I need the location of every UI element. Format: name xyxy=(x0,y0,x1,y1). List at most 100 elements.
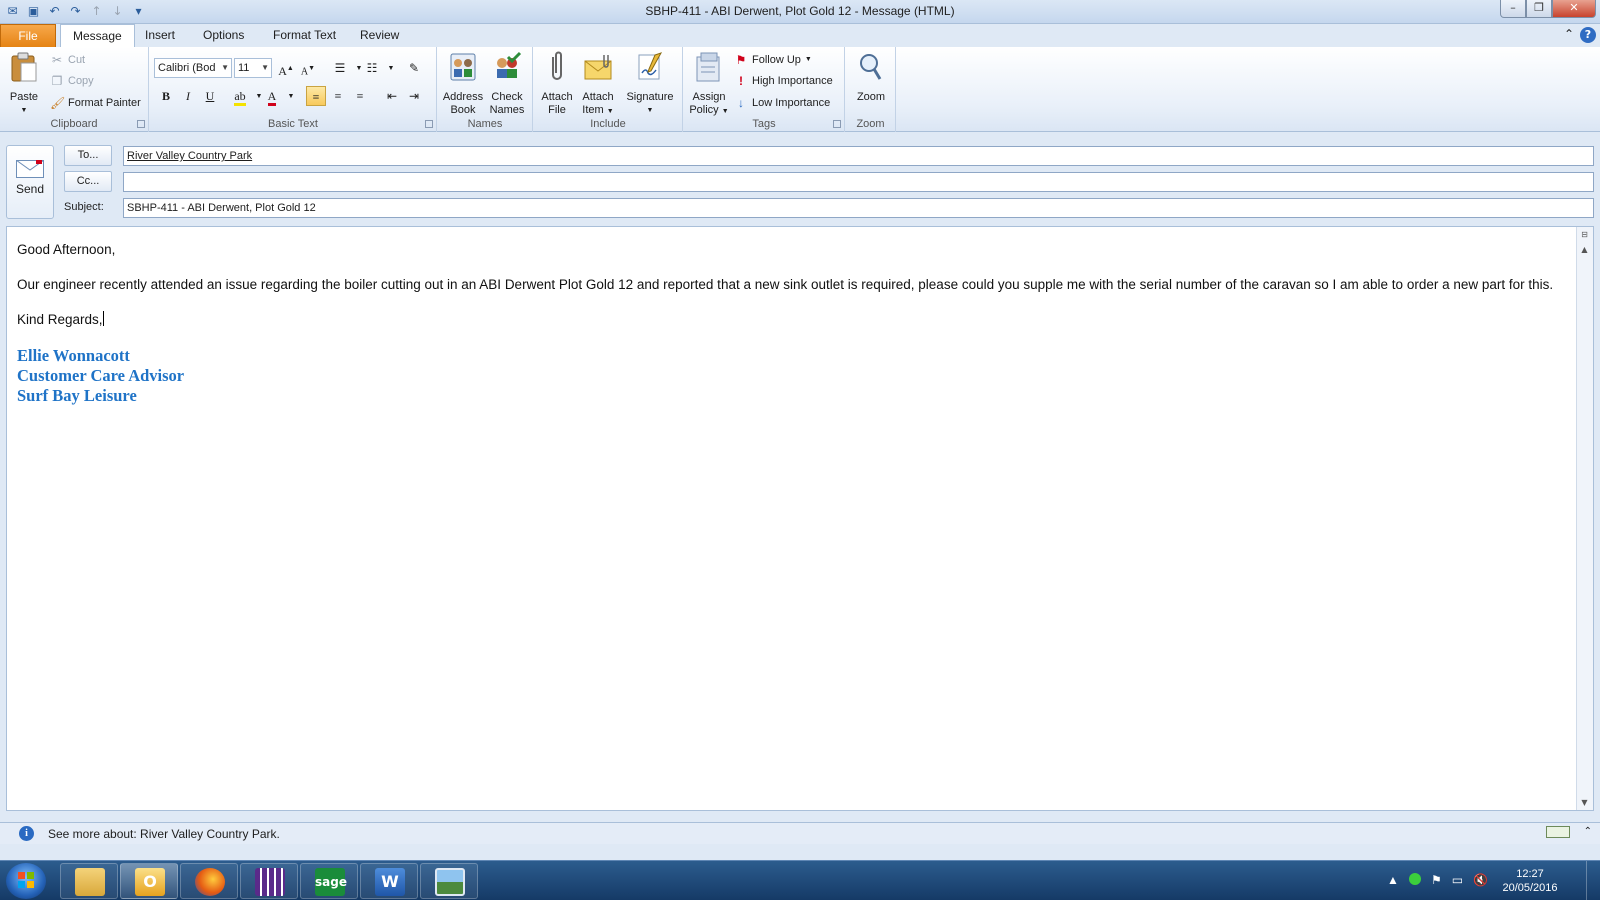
grid-app-icon xyxy=(255,868,285,896)
group-zoom: Zoom Zoom xyxy=(846,47,896,132)
maximize-button[interactable]: ❐ xyxy=(1526,0,1552,18)
outlook-icon: O xyxy=(135,868,165,896)
volume-muted-icon[interactable]: 🔇 xyxy=(1473,873,1488,887)
follow-up-button[interactable]: ⚑ Follow Up ▼ xyxy=(734,50,812,70)
signature-button[interactable]: Signature ▼ xyxy=(622,51,678,117)
paste-button[interactable]: Paste ▼ xyxy=(6,51,42,117)
show-hidden-icons-icon[interactable]: ▲ xyxy=(1387,873,1399,887)
tags-dialog-launcher[interactable] xyxy=(833,120,841,128)
taskbar-outlook[interactable]: O xyxy=(120,863,178,899)
high-importance-button[interactable]: ! High Importance xyxy=(734,71,833,91)
taskbar-explorer[interactable] xyxy=(60,863,118,899)
minimize-button[interactable]: – xyxy=(1500,0,1526,18)
highlight-icon[interactable]: ab xyxy=(230,86,250,106)
recipient-chip[interactable]: River Valley Country Park xyxy=(127,150,252,162)
clock-date: 20/05/2016 xyxy=(1502,882,1558,894)
copy-button[interactable]: ❐ Copy xyxy=(50,71,94,91)
align-left-icon[interactable]: ≡ xyxy=(306,86,326,106)
attach-file-button[interactable]: Attach File xyxy=(538,51,576,117)
address-book-button[interactable]: Address Book xyxy=(442,51,484,117)
increase-indent-icon[interactable]: ⇥ xyxy=(404,86,424,106)
message-body-text[interactable]: Good Afternoon, Our engineer recently at… xyxy=(17,241,1563,406)
message-body-editor[interactable]: Good Afternoon, Our engineer recently at… xyxy=(6,226,1594,811)
chevron-down-icon: ▼ xyxy=(804,56,812,63)
assign-policy-button[interactable]: Assign Policy ▼ xyxy=(686,51,732,118)
group-tags: Assign Policy ▼ ⚑ Follow Up ▼ ! High Imp… xyxy=(684,47,845,132)
people-pane-thumbnail-icon[interactable] xyxy=(1545,826,1570,838)
format-painter-button[interactable]: 🖌 Format Painter xyxy=(50,93,141,113)
action-center-flag-icon[interactable]: ⚑ xyxy=(1431,873,1442,887)
cut-button[interactable]: ✂ Cut xyxy=(50,50,85,70)
signature-block: Ellie Wonnacott Customer Care Advisor Su… xyxy=(17,346,1563,406)
send-envelope-icon xyxy=(16,160,44,178)
cc-field[interactable] xyxy=(123,172,1594,192)
system-clock[interactable]: 12:27 20/05/2016 xyxy=(1500,867,1560,895)
paintbrush-icon: 🖌 xyxy=(50,96,66,110)
start-button[interactable] xyxy=(6,863,46,899)
signature-role: Customer Care Advisor xyxy=(17,366,185,385)
scroll-up-icon[interactable]: ▲ xyxy=(1577,242,1592,257)
bullets-icon[interactable]: ☰ xyxy=(330,58,350,78)
bold-button[interactable]: B xyxy=(156,86,176,106)
close-button[interactable]: ✕ xyxy=(1552,0,1596,18)
minimize-ribbon-icon[interactable]: ⌃ xyxy=(1564,27,1574,43)
to-field[interactable]: River Valley Country Park xyxy=(123,146,1594,166)
ruler-toggle-icon[interactable]: ⊟ xyxy=(1577,227,1592,242)
align-right-icon[interactable]: ≡ xyxy=(350,86,370,106)
people-pane-bar[interactable]: i See more about: River Valley Country P… xyxy=(0,822,1600,844)
shrink-font-icon[interactable]: A▼ xyxy=(298,58,318,78)
attach-item-button[interactable]: Attach Item ▼ xyxy=(578,51,618,118)
low-importance-button[interactable]: ↓ Low Importance xyxy=(734,93,830,113)
taskbar-word[interactable]: W xyxy=(360,863,418,899)
clear-formatting-icon[interactable]: ✎ xyxy=(404,58,424,78)
basic-text-dialog-launcher[interactable] xyxy=(425,120,433,128)
chevron-down-icon: ▼ xyxy=(721,108,729,115)
people-pane-text: See more about: River Valley Country Par… xyxy=(48,827,280,841)
title-bar: ✉ ▣ ↶ ↷ ↑ ↓ ▾ SBHP-411 - ABI Derwent, Pl… xyxy=(0,0,1600,24)
window-title: SBHP-411 - ABI Derwent, Plot Gold 12 - M… xyxy=(645,4,955,18)
tab-file[interactable]: File xyxy=(0,24,56,47)
to-button[interactable]: To... xyxy=(64,145,112,166)
taskbar-sage[interactable]: sage xyxy=(300,863,358,899)
clipboard-dialog-launcher[interactable] xyxy=(137,120,145,128)
clock-time: 12:27 xyxy=(1516,868,1544,880)
status-green-icon[interactable] xyxy=(1408,873,1421,885)
taskbar-app-grid[interactable] xyxy=(240,863,298,899)
taskbar: O sage W ▲ ⚑ ▭ 🔇 12:27 20/05/2016 xyxy=(0,860,1600,900)
font-name-combobox[interactable]: Calibri (Bod ▼ xyxy=(154,58,232,78)
closing-line: Kind Regards, xyxy=(17,311,104,327)
italic-button[interactable]: I xyxy=(178,86,198,106)
grow-font-icon[interactable]: A▲ xyxy=(276,58,296,78)
address-book-icon xyxy=(450,53,476,81)
tab-message[interactable]: Message xyxy=(60,24,135,47)
tab-options[interactable]: Options xyxy=(191,24,256,47)
decrease-indent-icon[interactable]: ⇤ xyxy=(382,86,402,106)
picture-viewer-icon xyxy=(435,868,465,896)
font-color-icon[interactable]: A xyxy=(262,86,282,106)
vertical-scrollbar[interactable]: ⊟ ▲ ▼ xyxy=(1576,227,1593,810)
expand-pane-icon[interactable]: ⌃ xyxy=(1584,826,1592,838)
font-size-combobox[interactable]: 11 ▼ xyxy=(234,58,272,78)
help-icon[interactable]: ? xyxy=(1580,27,1596,43)
tab-format-text[interactable]: Format Text xyxy=(261,24,348,47)
paste-dropdown-icon[interactable]: ▼ xyxy=(6,104,42,117)
send-button[interactable]: Send xyxy=(6,145,54,219)
taskbar-picture-viewer[interactable] xyxy=(420,863,478,899)
show-desktop-button[interactable] xyxy=(1586,861,1600,900)
font-color-dropdown-icon[interactable]: ▼ xyxy=(281,86,301,106)
taskbar-firefox[interactable] xyxy=(180,863,238,899)
numbering-dropdown-icon[interactable]: ▼ xyxy=(381,58,401,78)
numbering-icon[interactable]: ☷ xyxy=(362,58,382,78)
tab-insert[interactable]: Insert xyxy=(133,24,187,47)
check-names-button[interactable]: Check Names xyxy=(486,51,528,117)
subject-field[interactable]: SBHP-411 - ABI Derwent, Plot Gold 12 xyxy=(123,198,1594,218)
underline-button[interactable]: U xyxy=(200,86,220,106)
chevron-down-icon: ▼ xyxy=(646,107,654,114)
tab-review[interactable]: Review xyxy=(348,24,411,47)
scroll-down-icon[interactable]: ▼ xyxy=(1577,795,1592,810)
group-clipboard: Paste ▼ ✂ Cut ❐ Copy 🖌 Format Painter Cl… xyxy=(0,47,149,132)
align-center-icon[interactable]: ≡ xyxy=(328,86,348,106)
zoom-button[interactable]: Zoom xyxy=(850,51,892,104)
cc-button[interactable]: Cc... xyxy=(64,171,112,192)
network-icon[interactable]: ▭ xyxy=(1452,873,1463,887)
